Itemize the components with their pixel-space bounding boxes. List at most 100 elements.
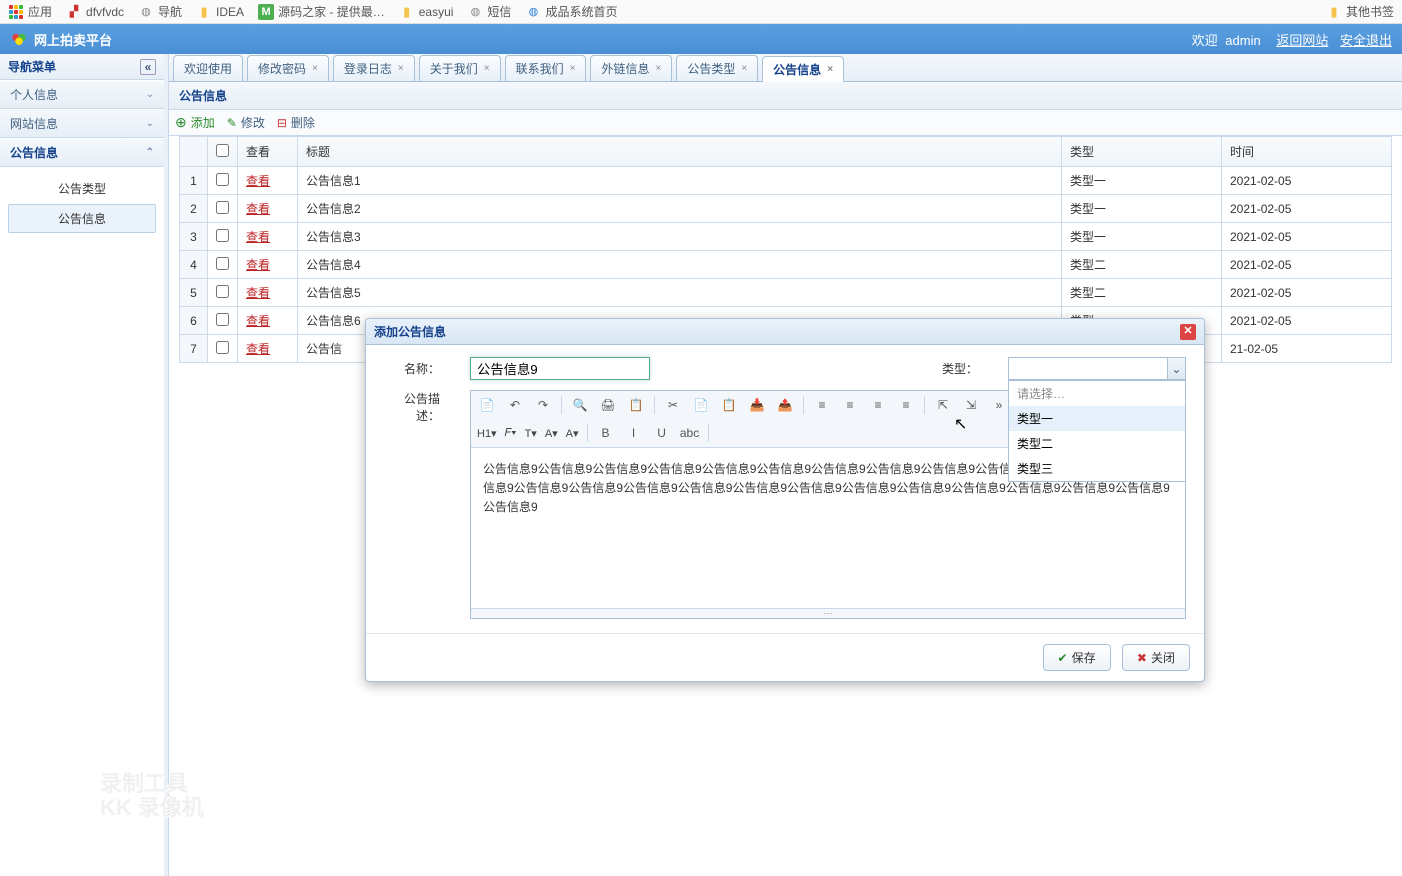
combo-option[interactable]: 类型三: [1009, 456, 1185, 481]
view-link[interactable]: 查看: [246, 258, 270, 272]
resize-handle[interactable]: ⋯: [471, 608, 1185, 618]
tab-3[interactable]: 关于我们×: [419, 55, 501, 81]
editor-button[interactable]: ⇲: [961, 395, 981, 415]
view-link[interactable]: 查看: [246, 314, 270, 328]
editor-select[interactable]: A▾: [545, 427, 558, 440]
editor-button[interactable]: 📥: [747, 395, 767, 415]
save-button[interactable]: 保存: [1043, 644, 1111, 671]
chevron-down-icon: ⌄: [146, 89, 154, 100]
dialog-footer: 保存 关闭: [366, 633, 1204, 681]
type-dropdown: 请选择… 类型一 类型二 类型三: [1008, 380, 1186, 482]
sidebar-section-notice[interactable]: 公告信息⌃: [0, 138, 164, 167]
combo-option[interactable]: 类型二: [1009, 431, 1185, 456]
view-link[interactable]: 查看: [246, 230, 270, 244]
tab-6[interactable]: 公告类型×: [676, 55, 758, 81]
editor-button[interactable]: 📄: [691, 395, 711, 415]
editor-button[interactable]: U: [652, 423, 672, 443]
col-title: 标题: [298, 137, 1062, 167]
tab-5[interactable]: 外链信息×: [590, 55, 672, 81]
sidebar-item-notice-info[interactable]: 公告信息: [8, 204, 156, 233]
editor-button[interactable]: I: [624, 423, 644, 443]
row-checkbox[interactable]: [216, 257, 229, 270]
type-field[interactable]: [1008, 357, 1168, 380]
collapse-icon[interactable]: «: [140, 59, 156, 75]
row-checkbox[interactable]: [216, 285, 229, 298]
close-icon[interactable]: ✕: [1180, 324, 1196, 340]
bookmark-apps[interactable]: 应用: [8, 3, 52, 20]
editor-button[interactable]: ≡: [812, 395, 832, 415]
row-checkbox[interactable]: [216, 173, 229, 186]
editor-select[interactable]: 𝐹▾: [505, 427, 517, 440]
view-link[interactable]: 查看: [246, 286, 270, 300]
select-all-checkbox[interactable]: [216, 144, 229, 157]
chart-icon: ▞: [66, 4, 82, 20]
editor-select[interactable]: A▾: [566, 427, 579, 440]
bookmark-other[interactable]: ▮其他书签: [1326, 3, 1394, 20]
close-icon[interactable]: ×: [312, 63, 318, 74]
add-button[interactable]: 添加: [175, 114, 215, 131]
editor-select[interactable]: T▾: [525, 427, 537, 440]
tab-2[interactable]: 登录日志×: [333, 55, 415, 81]
row-checkbox[interactable]: [216, 313, 229, 326]
tab-0[interactable]: 欢迎使用: [173, 55, 243, 81]
editor-select[interactable]: H1▾: [477, 427, 497, 440]
bookmark-item[interactable]: ◍导航: [138, 3, 182, 20]
view-link[interactable]: 查看: [246, 174, 270, 188]
view-link[interactable]: 查看: [246, 202, 270, 216]
editor-button[interactable]: ↶: [505, 395, 525, 415]
editor-button[interactable]: ≡: [868, 395, 888, 415]
app-header: 网上拍卖平台 欢迎 admin 返回网站 安全退出: [0, 24, 1402, 54]
name-field[interactable]: [470, 357, 650, 380]
editor-button[interactable]: ✂: [663, 395, 683, 415]
delete-button[interactable]: 删除: [277, 114, 315, 131]
view-link[interactable]: 查看: [246, 342, 270, 356]
bookmark-item[interactable]: ▮easyui: [399, 4, 454, 20]
row-checkbox[interactable]: [216, 201, 229, 214]
editor-button[interactable]: 📄: [477, 395, 497, 415]
table-row: 4查看公告信息4类型二2021-02-05: [180, 251, 1392, 279]
editor-button[interactable]: ≡: [896, 395, 916, 415]
close-icon[interactable]: ×: [398, 63, 404, 74]
combo-option-placeholder[interactable]: 请选择…: [1009, 381, 1185, 406]
row-checkbox[interactable]: [216, 341, 229, 354]
close-icon[interactable]: ×: [570, 63, 576, 74]
row-checkbox[interactable]: [216, 229, 229, 242]
bookmark-item[interactable]: M源码之家 - 提供最…: [258, 3, 385, 20]
editor-button[interactable]: B: [596, 423, 616, 443]
editor-button[interactable]: ↷: [533, 395, 553, 415]
editor-button[interactable]: 📋: [626, 395, 646, 415]
tab-1[interactable]: 修改密码×: [247, 55, 329, 81]
logout-link[interactable]: 安全退出: [1340, 33, 1392, 48]
editor-button[interactable]: ⇱: [933, 395, 953, 415]
editor-button[interactable]: 🔍: [570, 395, 590, 415]
bookmark-item[interactable]: ◍成品系统首页: [525, 3, 617, 20]
close-icon[interactable]: ×: [741, 63, 747, 74]
editor-button[interactable]: ≡: [840, 395, 860, 415]
bookmark-item[interactable]: ▮IDEA: [196, 4, 244, 20]
editor-button[interactable]: »: [989, 395, 1009, 415]
sidebar-section-site[interactable]: 网站信息⌄: [0, 109, 164, 138]
sidebar-section-personal[interactable]: 个人信息⌄: [0, 80, 164, 109]
type-combo[interactable]: ⌄ 请选择… 类型一 类型二 类型三: [1008, 357, 1186, 380]
close-icon[interactable]: ×: [484, 63, 490, 74]
bookmark-item[interactable]: ▞dfvfvdc: [66, 4, 124, 20]
chevron-down-icon[interactable]: ⌄: [1168, 357, 1186, 380]
close-icon[interactable]: ×: [827, 64, 833, 75]
combo-option[interactable]: 类型一: [1009, 406, 1185, 431]
close-button[interactable]: 关闭: [1122, 644, 1190, 671]
folder-icon: ▮: [196, 4, 212, 20]
panel-title: 公告信息: [169, 82, 1402, 110]
app-title: 网上拍卖平台: [34, 30, 112, 49]
editor-button[interactable]: abc: [680, 423, 700, 443]
bookmark-item[interactable]: ◍短信: [467, 3, 511, 20]
tab-7[interactable]: 公告信息×: [762, 56, 844, 82]
dialog-title-bar[interactable]: 添加公告信息 ✕: [366, 319, 1204, 345]
close-icon[interactable]: ×: [655, 63, 661, 74]
editor-button[interactable]: 📋: [719, 395, 739, 415]
return-site-link[interactable]: 返回网站: [1276, 33, 1328, 48]
tab-4[interactable]: 联系我们×: [505, 55, 587, 81]
editor-button[interactable]: 📤: [775, 395, 795, 415]
sidebar-item-notice-type[interactable]: 公告类型: [8, 175, 156, 202]
editor-button[interactable]: 🖨: [598, 395, 618, 415]
edit-button[interactable]: 修改: [227, 114, 265, 131]
